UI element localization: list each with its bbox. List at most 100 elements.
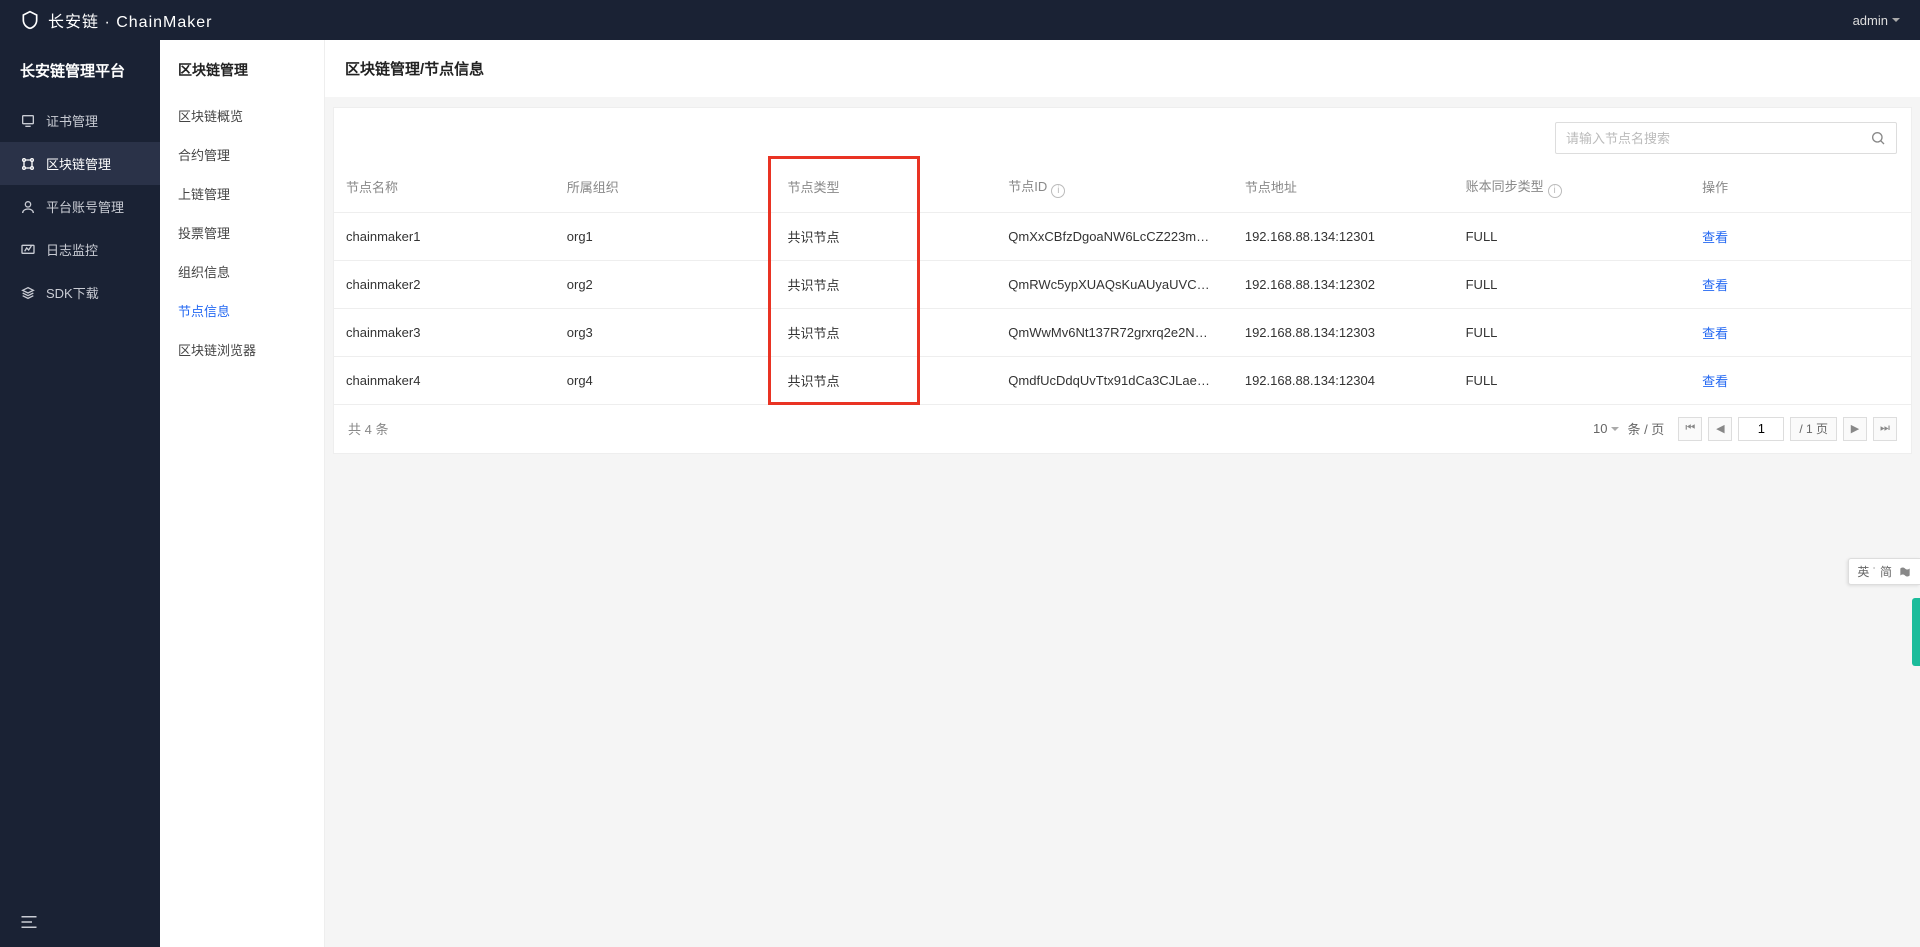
keyboard-icon (1898, 566, 1912, 578)
th-addr: 节点地址 (1233, 162, 1454, 212)
content-area: 区块链管理/节点信息 节点名称 所属组织 节点类型 节点IDi (325, 40, 1920, 947)
nav-account[interactable]: 平台账号管理 (0, 185, 160, 228)
panel: 节点名称 所属组织 节点类型 节点IDi 节点地址 账本同步类型i 操作 cha… (333, 107, 1912, 454)
node-table: 节点名称 所属组织 节点类型 节点IDi 节点地址 账本同步类型i 操作 cha… (334, 162, 1911, 405)
cell-action: 查看 (1690, 356, 1911, 404)
sub-explorer[interactable]: 区块链浏览器 (160, 330, 324, 369)
nav-label: SDK下载 (46, 283, 99, 302)
table-header-row: 节点名称 所属组织 节点类型 节点IDi 节点地址 账本同步类型i 操作 (334, 162, 1911, 212)
logo-text: 长安链 · ChainMaker (48, 8, 212, 32)
cell-org: org1 (555, 212, 776, 260)
cell-addr: 192.168.88.134:12304 (1233, 356, 1454, 404)
page-last[interactable]: ⏭ (1873, 417, 1897, 441)
collapse-icon (20, 915, 38, 929)
table-wrapper: 节点名称 所属组织 节点类型 节点IDi 节点地址 账本同步类型i 操作 cha… (334, 162, 1911, 405)
th-action: 操作 (1690, 162, 1911, 212)
sidebar-primary: 长安链管理平台 证书管理 区块链管理 平台账号管理 日志监控 SDK下载 (0, 40, 160, 947)
cell-type: 共识节点 (776, 308, 997, 356)
cell-addr: 192.168.88.134:12302 (1233, 260, 1454, 308)
cell-type: 共识节点 (776, 260, 997, 308)
sub-title: 区块链管理 (160, 40, 324, 96)
panel-footer: 共 4 条 10 条 / 页 ⏮ ◀ / 1 页 ▶ ⏭ (334, 405, 1911, 453)
page-input[interactable] (1738, 417, 1784, 441)
side-handle[interactable] (1912, 598, 1920, 666)
nav-sdk[interactable]: SDK下载 (0, 271, 160, 314)
nav-label: 区块链管理 (46, 154, 111, 173)
sub-onchain[interactable]: 上链管理 (160, 174, 324, 213)
cell-sync: FULL (1454, 308, 1691, 356)
cell-id: QmWwMv6Nt137R72grxrq2e2N… (996, 308, 1233, 356)
sub-node[interactable]: 节点信息 (160, 291, 324, 330)
cell-addr: 192.168.88.134:12301 (1233, 212, 1454, 260)
info-icon[interactable]: i (1051, 184, 1065, 198)
shield-icon (20, 10, 40, 30)
cell-name: chainmaker2 (334, 260, 555, 308)
cell-sync: FULL (1454, 212, 1691, 260)
nav-log[interactable]: 日志监控 (0, 228, 160, 271)
caret-down-icon (1892, 18, 1900, 22)
info-icon[interactable]: i (1548, 184, 1562, 198)
cell-name: chainmaker4 (334, 356, 555, 404)
page-next[interactable]: ▶ (1843, 417, 1867, 441)
total-text: 共 4 条 (348, 419, 388, 438)
view-link[interactable]: 查看 (1702, 326, 1728, 341)
breadcrumb: 区块链管理/节点信息 (325, 40, 1920, 97)
nav-cert[interactable]: 证书管理 (0, 99, 160, 142)
cell-action: 查看 (1690, 212, 1911, 260)
cell-type: 共识节点 (776, 212, 997, 260)
user-name: admin (1853, 13, 1888, 28)
ime-indicator[interactable]: 英 ˙ 简 (1848, 558, 1920, 585)
table-row: chainmaker1org1共识节点QmXxCBfzDgoaNW6LcCZ22… (334, 212, 1911, 260)
cell-action: 查看 (1690, 308, 1911, 356)
cell-name: chainmaker3 (334, 308, 555, 356)
topbar: 长安链 · ChainMaker admin (0, 0, 1920, 40)
nav-label: 日志监控 (46, 240, 98, 259)
sidebar-secondary: 区块链管理 区块链概览 合约管理 上链管理 投票管理 组织信息 节点信息 区块链… (160, 40, 325, 947)
logo: 长安链 · ChainMaker (20, 8, 212, 32)
th-id: 节点IDi (996, 162, 1233, 212)
monitor-icon (20, 242, 36, 258)
user-icon (20, 199, 36, 215)
cell-id: QmdfUcDdqUvTtx91dCa3CJLae… (996, 356, 1233, 404)
search-input[interactable] (1566, 131, 1870, 146)
sub-org[interactable]: 组织信息 (160, 252, 324, 291)
caret-down-icon (1611, 427, 1619, 431)
user-menu[interactable]: admin (1853, 13, 1900, 28)
table-row: chainmaker3org3共识节点QmWwMv6Nt137R72grxrq2… (334, 308, 1911, 356)
search-icon (1870, 130, 1886, 146)
sidebar-collapse[interactable] (0, 897, 160, 947)
view-link[interactable]: 查看 (1702, 374, 1728, 389)
table-row: chainmaker2org2共识节点QmRWc5ypXUAQsKuAUyaUV… (334, 260, 1911, 308)
table-row: chainmaker4org4共识节点QmdfUcDdqUvTtx91dCa3C… (334, 356, 1911, 404)
cell-id: QmRWc5ypXUAQsKuAUyaUVC… (996, 260, 1233, 308)
cell-sync: FULL (1454, 260, 1691, 308)
cert-icon (20, 113, 36, 129)
sub-contract[interactable]: 合约管理 (160, 135, 324, 174)
download-icon (20, 285, 36, 301)
cell-sync: FULL (1454, 356, 1691, 404)
view-link[interactable]: 查看 (1702, 230, 1728, 245)
sub-overview[interactable]: 区块链概览 (160, 96, 324, 135)
cell-org: org2 (555, 260, 776, 308)
page-first[interactable]: ⏮ (1678, 417, 1702, 441)
nav-label: 证书管理 (46, 111, 98, 130)
cell-org: org4 (555, 356, 776, 404)
cell-name: chainmaker1 (334, 212, 555, 260)
nav-chain[interactable]: 区块链管理 (0, 142, 160, 185)
th-type: 节点类型 (776, 162, 997, 212)
panel-toolbar (334, 108, 1911, 162)
sidebar-title: 长安链管理平台 (0, 40, 160, 99)
th-name: 节点名称 (334, 162, 555, 212)
cell-id: QmXxCBfzDgoaNW6LcCZ223m… (996, 212, 1233, 260)
th-org: 所属组织 (555, 162, 776, 212)
sub-vote[interactable]: 投票管理 (160, 213, 324, 252)
view-link[interactable]: 查看 (1702, 278, 1728, 293)
cell-action: 查看 (1690, 260, 1911, 308)
chain-icon (20, 156, 36, 172)
page-prev[interactable]: ◀ (1708, 417, 1732, 441)
search-box[interactable] (1555, 122, 1897, 154)
th-sync: 账本同步类型i (1454, 162, 1691, 212)
page-total: / 1 页 (1790, 417, 1837, 441)
cell-type: 共识节点 (776, 356, 997, 404)
page-size-select[interactable]: 10 条 / 页 (1593, 419, 1664, 438)
